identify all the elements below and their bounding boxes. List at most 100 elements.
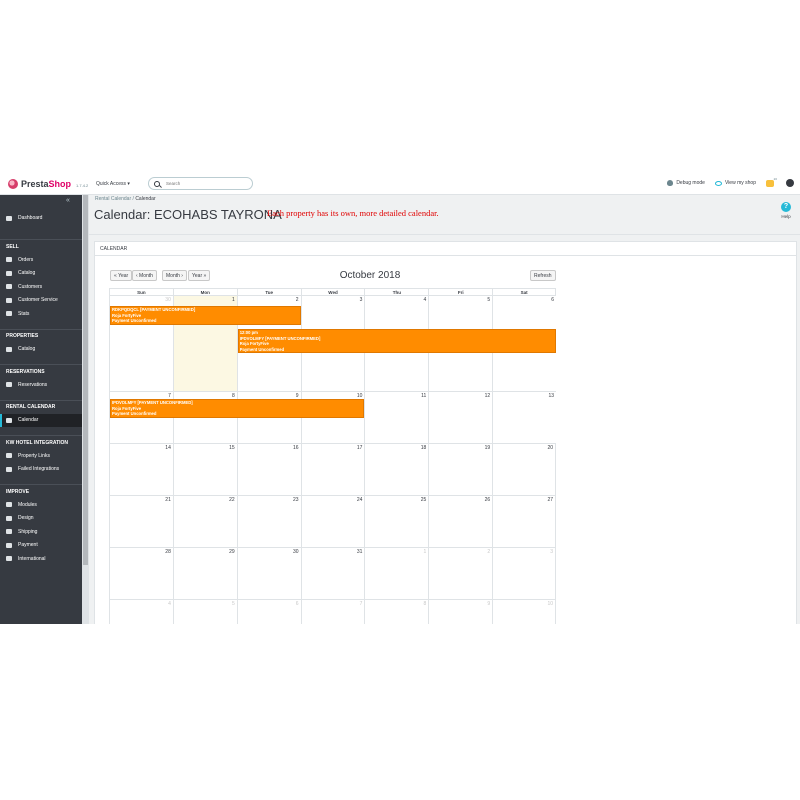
day-number: 25	[420, 497, 427, 503]
calendar-day-cell[interactable]: 16	[236, 444, 301, 495]
sidebar-item-customers[interactable]: Customers	[0, 280, 82, 294]
calendar-day-cell[interactable]: 24	[300, 496, 365, 547]
sidebar-section-rental-calendar: RENTAL CALENDAR	[0, 399, 82, 414]
sidebar-item-catalog[interactable]: Catalog	[0, 343, 82, 357]
calendar-day-cell[interactable]: 19	[428, 444, 492, 495]
calendar-day-cell[interactable]: 9	[428, 600, 492, 624]
view-shop-link[interactable]: View my shop	[714, 180, 756, 186]
prev-year-button[interactable]: « Year	[110, 270, 133, 281]
prestashop-logo[interactable]: PrestaShop 1.7.4.2	[8, 179, 88, 189]
day-number: 28	[165, 549, 171, 555]
user-avatar-icon[interactable]	[786, 179, 794, 187]
sidebar-item-property-links[interactable]: Property Links	[0, 449, 82, 463]
search-box[interactable]	[148, 177, 253, 190]
sidebar-item-stats[interactable]: Stats	[0, 307, 82, 321]
calendar-day-cell[interactable]: 10	[492, 600, 557, 624]
weekday-fri: Fri	[428, 288, 493, 296]
calendar-week: 7 8 9 10 11 12 13 IPDVOLMFY [PAYMENT UNCONFIRME…	[109, 392, 556, 444]
calendar-day-cell[interactable]: 7	[300, 600, 365, 624]
sidebar-item-customer-service[interactable]: Customer Service	[0, 294, 82, 308]
calendar-day-cell[interactable]: 2	[428, 548, 492, 599]
calendar-day-cell[interactable]: 25	[364, 496, 428, 547]
calendar-day-cell[interactable]: 29	[172, 548, 237, 599]
day-number: 6	[551, 297, 555, 303]
reservation-event[interactable]: 12:00 pm IPDVOLMFY [PAYMENT UNCONFIRMED] R…	[237, 329, 556, 354]
next-month-button[interactable]: Month ›	[162, 270, 187, 281]
sidebar-item-reservations[interactable]: Reservations	[0, 378, 82, 392]
calendar-day-cell[interactable]: 31	[300, 548, 365, 599]
shipping-icon	[6, 529, 12, 535]
sidebar-item-payment[interactable]: Payment	[0, 539, 82, 553]
sidebar-item-calendar[interactable]: Calendar	[0, 413, 82, 427]
sidebar-section-properties: PROPERTIES	[0, 328, 82, 343]
calendar-day-cell[interactable]: 22	[172, 496, 237, 547]
stats-icon	[6, 311, 12, 317]
property-links-icon	[6, 453, 12, 459]
sidebar-scrollbar[interactable]	[82, 195, 89, 624]
sidebar-section-sell: SELL	[0, 239, 82, 253]
day-number: 4	[168, 601, 171, 607]
calendar-day-cell[interactable]: 15	[172, 444, 237, 495]
day-number: 2	[487, 549, 491, 555]
sidebar-item-design[interactable]: Design	[0, 512, 82, 526]
day-number: 30	[165, 297, 171, 303]
day-number: 22	[229, 497, 235, 503]
sidebar-item-international[interactable]: International	[0, 552, 82, 566]
calendar-day-cell[interactable]: 26	[428, 496, 492, 547]
sidebar-item-dashboard[interactable]: Dashboard	[0, 211, 82, 225]
prev-month-button[interactable]: ‹ Month	[132, 270, 157, 281]
event-line: Payment Unconfirmed	[239, 346, 285, 352]
refresh-button[interactable]: Refresh	[530, 270, 556, 281]
calendar-day-cell[interactable]: 5	[172, 600, 237, 624]
calendar-day-cell[interactable]: 13	[492, 392, 556, 443]
day-number: 24	[356, 497, 363, 503]
day-number: 23	[293, 497, 299, 503]
calendar-day-cell[interactable]: 14	[109, 444, 173, 495]
day-number: 27	[547, 497, 554, 503]
sidebar-item-failed-integrations[interactable]: Failed Integrations	[0, 463, 82, 477]
reservation-event[interactable]: RDKPQDQCL [PAYMENT UNCONFIRMED] Roja Fort…	[110, 306, 301, 325]
calendar-day-cell[interactable]: 17	[300, 444, 365, 495]
page-title: Calendar: ECOHABS TAYRONA	[94, 207, 282, 222]
help-button[interactable]: ? Help	[781, 202, 791, 219]
calendar-day-cell[interactable]: 23	[236, 496, 301, 547]
breadcrumb-parent[interactable]: Rental Calendar	[95, 196, 131, 202]
reservations-icon	[6, 382, 12, 388]
scrollbar-thumb[interactable]	[83, 195, 88, 565]
design-icon	[6, 515, 12, 521]
calendar-day-cell[interactable]: 11	[364, 392, 428, 443]
debug-mode-link[interactable]: Debug mode	[667, 180, 705, 186]
sidebar-section-kw-hotel-integration: KW HOTEL INTEGRATION	[0, 435, 82, 449]
reservation-event[interactable]: IPDVOLMFY [PAYMENT UNCONFIRMED] Roja Fort…	[110, 399, 365, 418]
quick-access-menu[interactable]: Quick Access ▾	[96, 181, 130, 187]
day-number: 9	[487, 601, 491, 607]
collapse-sidebar-icon[interactable]: «	[66, 197, 70, 204]
event-line: Payment Unconfirmed	[112, 411, 157, 417]
day-number: 26	[484, 497, 491, 503]
sidebar-item-modules[interactable]: Modules	[0, 498, 82, 512]
calendar-week: 4 5 6 7 8 9 10	[109, 600, 557, 624]
notifications-icon[interactable]: 20	[766, 176, 777, 187]
day-number: 19	[484, 445, 491, 451]
calendar-week: 14 15 16 17 18 19 20	[109, 444, 557, 496]
calendar-day-cell[interactable]: 30	[236, 548, 301, 599]
calendar-day-cell[interactable]: 8	[364, 600, 428, 624]
next-year-button[interactable]: Year »	[188, 270, 211, 281]
calendar-day-cell[interactable]: 4	[109, 600, 173, 624]
catalog-icon	[6, 346, 12, 352]
weekday-header: Sun Mon Tue Wed Thu Fri Sat	[109, 288, 557, 296]
calendar-day-cell[interactable]: 1	[364, 548, 428, 599]
calendar-day-cell[interactable]: 18	[364, 444, 428, 495]
calendar-day-cell[interactable]: 21	[109, 496, 173, 547]
calendar-day-cell[interactable]: 28	[109, 548, 173, 599]
search-input[interactable]	[166, 181, 246, 186]
calendar-day-cell[interactable]: 3	[492, 548, 557, 599]
calendar-week: 30 1 2 3 4 5 6 RDKPQDQCL [PAYMENT UNCONFIRMED] R…	[109, 296, 556, 392]
sidebar-item-catalog[interactable]: Catalog	[0, 267, 82, 281]
calendar-day-cell[interactable]: 27	[492, 496, 557, 547]
calendar-day-cell[interactable]: 20	[492, 444, 557, 495]
sidebar-item-orders[interactable]: Orders	[0, 253, 82, 267]
sidebar-item-shipping[interactable]: Shipping	[0, 525, 82, 539]
calendar-day-cell[interactable]: 12	[428, 392, 492, 443]
calendar-day-cell[interactable]: 6	[236, 600, 301, 624]
